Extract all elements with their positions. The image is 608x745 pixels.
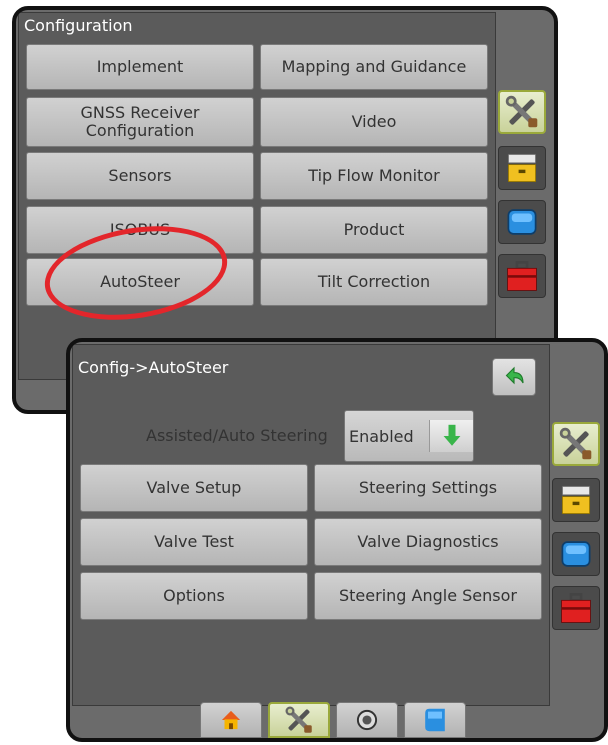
tools-icon — [284, 705, 314, 735]
tilt-correction-button[interactable]: Tilt Correction — [260, 258, 488, 306]
monitor-tab[interactable] — [498, 200, 546, 244]
tools-tab[interactable] — [552, 422, 600, 466]
monitor-icon — [505, 205, 539, 239]
video-button[interactable]: Video — [260, 97, 488, 147]
page-title: Configuration — [24, 16, 133, 35]
down-arrow-icon — [438, 422, 466, 450]
steering-settings-button[interactable]: Steering Settings — [314, 464, 542, 512]
toolbox-icon — [559, 591, 593, 625]
mapping-guidance-button[interactable]: Mapping and Guidance — [260, 44, 488, 90]
cabinet-icon — [559, 483, 593, 517]
display-icon — [421, 706, 449, 734]
toolbox-tab[interactable] — [498, 254, 546, 298]
tools-icon — [504, 94, 540, 130]
back-button[interactable] — [492, 358, 536, 396]
gauge-tab[interactable] — [336, 702, 398, 738]
options-button[interactable]: Options — [80, 572, 308, 620]
back-arrow-icon — [499, 362, 529, 392]
gauge-icon — [354, 707, 380, 733]
steering-angle-sensor-button[interactable]: Steering Angle Sensor — [314, 572, 542, 620]
monitor-icon — [559, 537, 593, 571]
tools-tab[interactable] — [498, 90, 546, 134]
cabinet-tab[interactable] — [498, 146, 546, 190]
autosteer-screen: Config->AutoSteer Assisted/Auto Steering… — [66, 338, 608, 742]
sensors-button[interactable]: Sensors — [26, 152, 254, 200]
valve-setup-button[interactable]: Valve Setup — [80, 464, 308, 512]
gnss-receiver-button[interactable]: GNSS Receiver Configuration — [26, 97, 254, 147]
tip-flow-monitor-button[interactable]: Tip Flow Monitor — [260, 152, 488, 200]
dropdown-arrow[interactable] — [429, 420, 473, 452]
cabinet-tab[interactable] — [552, 478, 600, 522]
steering-mode-label: Assisted/Auto Steering — [146, 426, 328, 445]
toolbox-icon — [505, 259, 539, 293]
display-tab[interactable] — [404, 702, 466, 738]
valve-diagnostics-button[interactable]: Valve Diagnostics — [314, 518, 542, 566]
steering-mode-value: Enabled — [349, 426, 414, 446]
toolbox-tab[interactable] — [552, 586, 600, 630]
cabinet-icon — [505, 151, 539, 185]
tools-icon — [558, 426, 594, 462]
tools-bottom-tab[interactable] — [268, 702, 330, 738]
home-icon — [218, 707, 244, 733]
valve-test-button[interactable]: Valve Test — [80, 518, 308, 566]
page-title: Config->AutoSteer — [78, 358, 229, 377]
home-tab[interactable] — [200, 702, 262, 738]
steering-mode-dropdown[interactable]: Enabled — [344, 410, 474, 462]
implement-button[interactable]: Implement — [26, 44, 254, 90]
monitor-tab[interactable] — [552, 532, 600, 576]
product-button[interactable]: Product — [260, 206, 488, 254]
